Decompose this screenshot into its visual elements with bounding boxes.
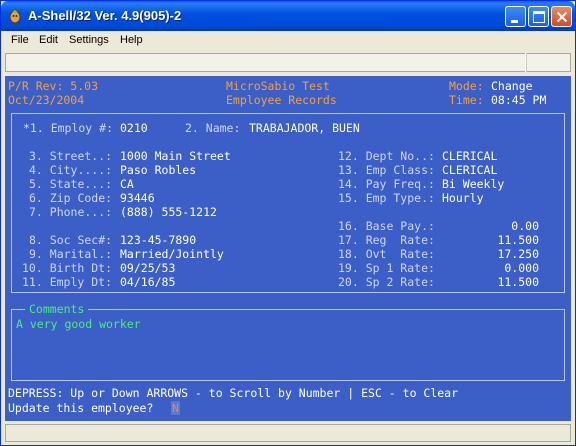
menu-help[interactable]: Help xyxy=(120,34,143,46)
menu-bar: File Edit Settings Help xyxy=(2,31,574,51)
employ-date-label: 11. Emply Dt: xyxy=(22,275,113,289)
pay-freq-field[interactable]: Bi Weekly xyxy=(442,177,504,191)
help-line: DEPRESS: Up or Down ARROWS - to Scroll b… xyxy=(8,386,459,400)
dept-no-field[interactable]: CLERICAL xyxy=(442,149,497,163)
sp2-rate-label: 20. Sp 2 Rate: xyxy=(338,275,435,289)
close-button[interactable] xyxy=(551,6,572,27)
minimize-icon xyxy=(511,20,518,23)
sp1-rate-label: 19. Sp 1 Rate: xyxy=(338,261,435,275)
reg-rate-label: 17. Reg Rate: xyxy=(338,233,435,247)
date-text: Oct/23/2004 xyxy=(8,93,85,107)
comments-text[interactable]: A very good worker xyxy=(16,317,141,331)
rev-text: P/R Rev: 5.03 xyxy=(8,79,99,93)
zip-field[interactable]: 93446 xyxy=(120,191,155,205)
birth-date-label: 10. Birth Dt: xyxy=(22,261,113,275)
time-value: 08:45 PM xyxy=(491,93,547,107)
screen-title: Employee Records xyxy=(226,93,337,107)
ovt-rate-field[interactable]: 17.250 xyxy=(475,247,539,261)
app-window: A-Shell/32 Ver. 4.9(905)-2 File Edit Set… xyxy=(0,0,576,446)
street-label: 3. Street..: xyxy=(29,149,113,163)
base-pay-field[interactable]: 0.00 xyxy=(475,219,539,233)
employ-date-field[interactable]: 04/16/85 xyxy=(120,275,175,289)
city-label: 4. City....: xyxy=(29,163,113,177)
mode-value: Change xyxy=(491,79,533,93)
minimize-button[interactable] xyxy=(505,6,526,27)
update-prompt: Update this employee? xyxy=(8,401,154,415)
update-input[interactable]: N xyxy=(171,401,180,415)
sp1-rate-field[interactable]: 0.000 xyxy=(475,261,539,275)
phone-field[interactable]: (888) 555-1212 xyxy=(120,205,217,219)
state-field[interactable]: CA xyxy=(120,177,134,191)
state-label: 5. State...: xyxy=(29,177,113,191)
emp-class-field[interactable]: CLERICAL xyxy=(442,163,497,177)
time-label: Time: xyxy=(449,93,484,107)
base-pay-label: 16. Base Pay.: xyxy=(338,219,435,233)
toolbar-separator xyxy=(525,53,527,72)
menu-edit[interactable]: Edit xyxy=(39,34,58,46)
marital-label: 9. Marital.: xyxy=(29,247,113,261)
maximize-icon xyxy=(533,11,545,23)
emp-class-label: 13. Emp Class: xyxy=(338,163,435,177)
name-field[interactable]: TRABAJADOR, BUEN xyxy=(249,121,360,135)
app-icon[interactable] xyxy=(7,8,23,24)
title-bar[interactable]: A-Shell/32 Ver. 4.9(905)-2 xyxy=(1,1,575,31)
dept-no-label: 12. Dept No..: xyxy=(338,149,435,163)
employ-num-label: *1. Employ #: xyxy=(23,121,114,135)
name-label: 2. Name: xyxy=(185,121,241,135)
company-name: MicroSabio Test xyxy=(226,79,330,93)
pay-freq-label: 14. Pay Freq.: xyxy=(338,177,435,191)
phone-label: 7. Phone...: xyxy=(29,205,113,219)
birth-date-field[interactable]: 09/25/53 xyxy=(120,261,175,275)
window-title: A-Shell/32 Ver. 4.9(905)-2 xyxy=(28,8,182,23)
sp2-rate-field[interactable]: 11.500 xyxy=(475,275,539,289)
employ-num-field[interactable]: 0210 xyxy=(120,121,148,135)
marital-field[interactable]: Married/Jointly xyxy=(120,247,224,261)
toolbar xyxy=(5,53,571,72)
terminal-screen[interactable]: P/R Rev: 5.03 Oct/23/2004 MicroSabio Tes… xyxy=(5,76,571,421)
emp-type-label: 15. Emp Type.: xyxy=(338,191,435,205)
ovt-rate-label: 18. Ovt Rate: xyxy=(338,247,435,261)
street-field[interactable]: 1000 Main Street xyxy=(120,149,231,163)
city-field[interactable]: Paso Robles xyxy=(120,163,196,177)
comments-label: Comments xyxy=(25,302,89,316)
maximize-button[interactable] xyxy=(528,6,549,27)
reg-rate-field[interactable]: 11.500 xyxy=(475,233,539,247)
close-icon xyxy=(556,11,568,23)
menu-settings[interactable]: Settings xyxy=(69,34,109,46)
menu-file[interactable]: File xyxy=(11,34,29,46)
soc-sec-field[interactable]: 123-45-7890 xyxy=(120,233,196,247)
emp-type-field[interactable]: Hourly xyxy=(442,191,484,205)
zip-label: 6. Zip Code: xyxy=(29,191,113,205)
mode-label: Mode: xyxy=(449,79,484,93)
status-bar xyxy=(5,424,571,442)
soc-sec-label: 8. Soc Sec#: xyxy=(29,233,113,247)
